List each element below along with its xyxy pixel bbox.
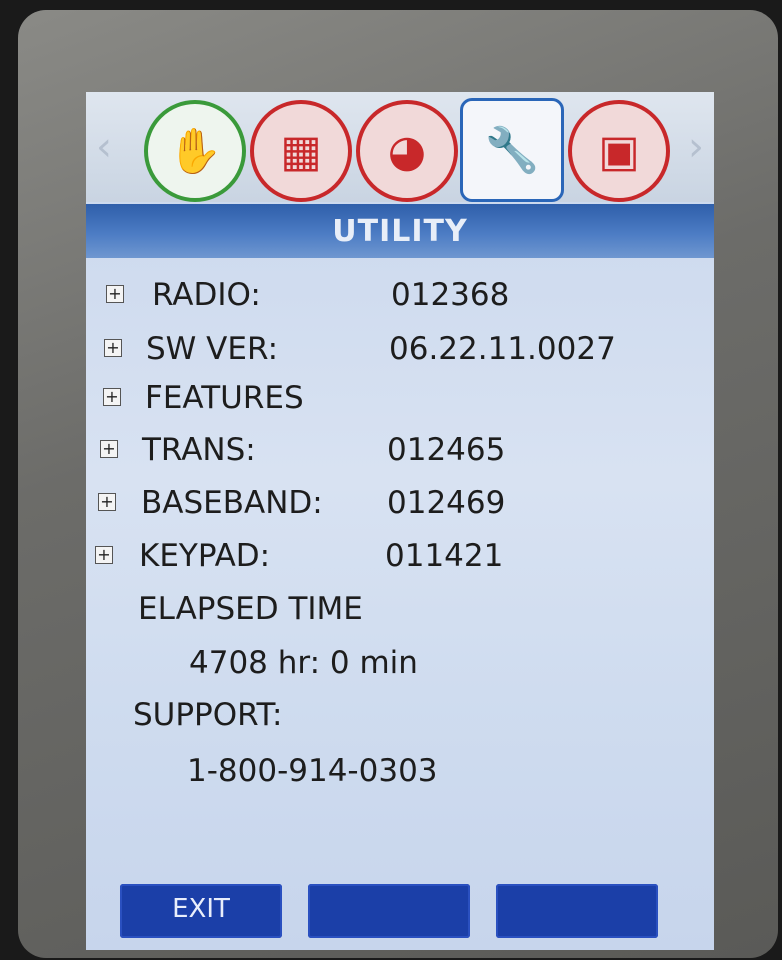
globe-icon-glyph: ◕ <box>387 125 427 177</box>
cube-icon[interactable]: ▣ <box>568 100 670 202</box>
row-label: RADIO: <box>152 277 261 313</box>
row-label: FEATURES <box>145 380 304 416</box>
support-phone-row: 1-800-914-0303 <box>86 748 714 794</box>
globe-icon[interactable]: ◕ <box>356 100 458 202</box>
page-title: UTILITY <box>86 204 714 258</box>
wrench-icon[interactable]: 🔧 <box>460 98 564 202</box>
elapsed-time-value: 4708 hr: 0 min <box>189 645 418 681</box>
support-label-row: SUPPORT: <box>86 692 714 738</box>
keypad-icon-glyph: ▦ <box>280 125 322 177</box>
row-label: BASEBAND: <box>141 485 323 521</box>
expand-icon[interactable]: + <box>98 493 116 511</box>
info-row-radio[interactable]: + RADIO: 012368 <box>86 272 714 318</box>
row-label: KEYPAD: <box>139 538 271 574</box>
expand-icon[interactable]: + <box>95 546 113 564</box>
exit-button[interactable]: EXIT <box>120 884 282 938</box>
row-label: TRANS: <box>142 432 256 468</box>
row-value: 011421 <box>385 538 504 574</box>
scroll-left-arrow-icon[interactable]: ‹ <box>92 122 116 172</box>
row-value: 06.22.11.0027 <box>389 331 616 367</box>
expand-icon[interactable]: + <box>100 440 118 458</box>
info-row-trans[interactable]: + TRANS: 012465 <box>86 427 714 473</box>
row-value: 012465 <box>387 432 506 468</box>
support-heading: SUPPORT: <box>133 697 283 733</box>
expand-icon[interactable]: + <box>103 388 121 406</box>
support-phone: 1-800-914-0303 <box>187 753 438 789</box>
hand-icon-glyph: ✋ <box>167 126 223 177</box>
row-value: 012469 <box>387 485 506 521</box>
cube-icon-glyph: ▣ <box>598 125 640 177</box>
row-label: SW VER: <box>146 331 279 367</box>
info-row-features[interactable]: + FEATURES <box>86 375 714 421</box>
row-value: 012368 <box>391 277 510 313</box>
icon-strip: ‹ ✋ ▦ ◕ 🔧 ▣ › <box>86 92 714 202</box>
keypad-icon[interactable]: ▦ <box>250 100 352 202</box>
scroll-right-arrow-icon[interactable]: › <box>684 122 708 172</box>
info-row-baseband[interactable]: + BASEBAND: 012469 <box>86 480 714 526</box>
device-screen: ‹ ✋ ▦ ◕ 🔧 ▣ › UTILITY + RADIO: 012368 + … <box>86 92 714 950</box>
middle-softkey[interactable] <box>308 884 470 938</box>
elapsed-time-value-row: 4708 hr: 0 min <box>86 640 714 686</box>
elapsed-time-label: ELAPSED TIME <box>86 586 714 632</box>
hand-icon[interactable]: ✋ <box>144 100 246 202</box>
expand-icon[interactable]: + <box>106 285 124 303</box>
right-softkey[interactable] <box>496 884 658 938</box>
info-row-keypad[interactable]: + KEYPAD: 011421 <box>86 533 714 579</box>
elapsed-time-heading: ELAPSED TIME <box>138 591 363 627</box>
wrench-icon-glyph: 🔧 <box>484 125 540 176</box>
info-row-sw-ver[interactable]: + SW VER: 06.22.11.0027 <box>86 326 714 372</box>
expand-icon[interactable]: + <box>104 339 122 357</box>
